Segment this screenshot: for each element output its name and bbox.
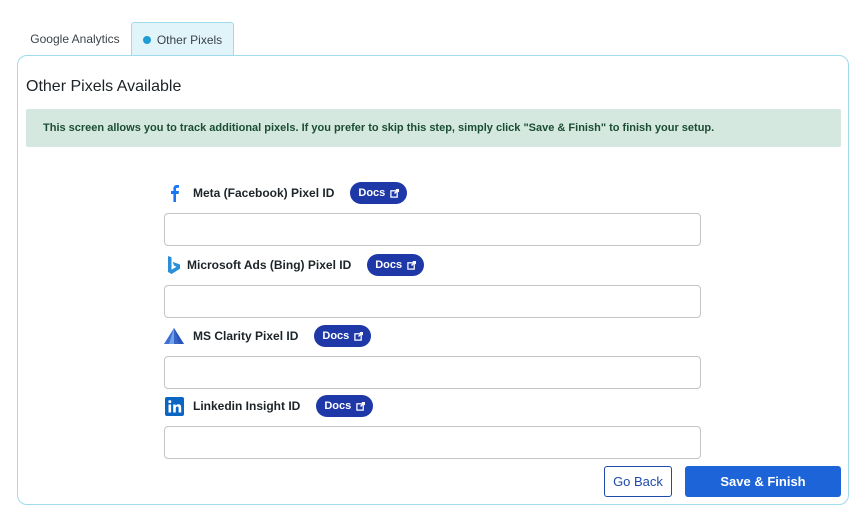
meta-pixel-field: Meta (Facebook) Pixel ID Docs	[164, 181, 702, 246]
info-notice: This screen allows you to track addition…	[26, 109, 841, 147]
meta-pixel-input[interactable]	[164, 213, 701, 246]
bing-icon	[164, 255, 184, 275]
field-label: Microsoft Ads (Bing) Pixel ID	[187, 258, 352, 272]
tab-other-pixels[interactable]: Other Pixels	[131, 22, 234, 56]
external-link-icon	[356, 401, 366, 411]
facebook-icon	[164, 183, 184, 203]
external-link-icon	[354, 331, 364, 341]
docs-label: Docs	[324, 400, 352, 412]
external-link-icon	[407, 260, 417, 270]
docs-button[interactable]: Docs	[314, 325, 372, 347]
tab-google-analytics[interactable]: Google Analytics	[22, 22, 128, 56]
field-label: Meta (Facebook) Pixel ID	[193, 186, 335, 200]
notice-text: This screen allows you to track addition…	[43, 122, 715, 134]
bing-pixel-field: Microsoft Ads (Bing) Pixel ID Docs	[164, 253, 702, 318]
bing-pixel-input[interactable]	[164, 285, 701, 318]
page-title: Other Pixels Available	[26, 78, 182, 95]
setup-frame: Google Analytics Other Pixels Other Pixe…	[0, 0, 860, 520]
docs-button[interactable]: Docs	[316, 395, 374, 417]
other-pixels-panel: Other Pixels Available This screen allow…	[17, 55, 849, 505]
go-back-button[interactable]: Go Back	[604, 466, 672, 497]
docs-button[interactable]: Docs	[367, 254, 425, 276]
docs-label: Docs	[375, 259, 403, 271]
tab-label: Other Pixels	[156, 32, 223, 47]
clarity-icon	[164, 326, 184, 346]
active-dot-icon	[142, 35, 151, 44]
linkedin-insight-input[interactable]	[164, 426, 701, 459]
field-label: MS Clarity Pixel ID	[193, 329, 299, 343]
docs-label: Docs	[358, 187, 386, 199]
save-finish-button[interactable]: Save & Finish	[685, 466, 841, 497]
docs-label: Docs	[322, 330, 350, 342]
tab-label: Google Analytics	[30, 32, 120, 46]
clarity-pixel-field: MS Clarity Pixel ID Docs	[164, 324, 702, 389]
clarity-pixel-input[interactable]	[164, 356, 701, 389]
field-label: Linkedin Insight ID	[193, 399, 301, 413]
linkedin-icon	[164, 396, 184, 416]
linkedin-insight-field: Linkedin Insight ID Docs	[164, 394, 702, 459]
docs-button[interactable]: Docs	[350, 182, 408, 204]
external-link-icon	[390, 188, 400, 198]
